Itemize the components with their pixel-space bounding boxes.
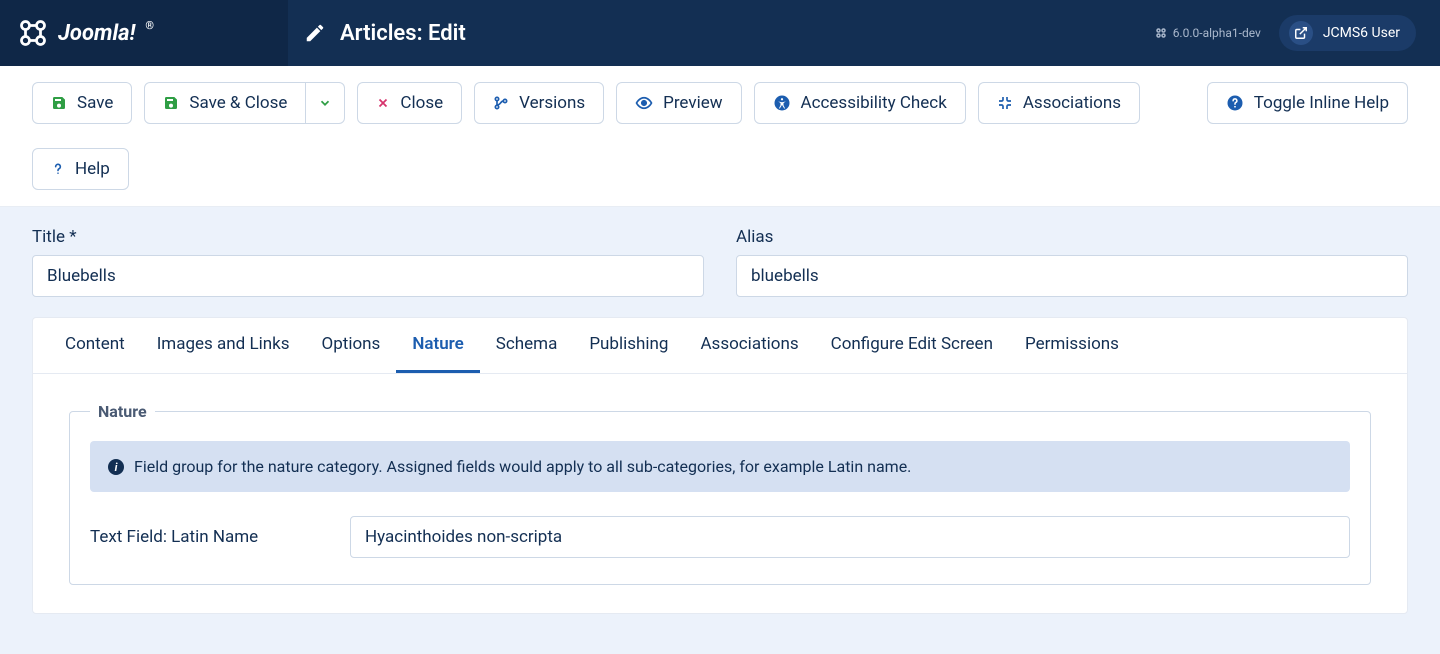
brand-registered: ® [145, 19, 154, 32]
header-right: 6.0.0-alpha1-dev JCMS6 User [1155, 15, 1440, 51]
alias-field: Alias [736, 227, 1408, 297]
tab-publishing[interactable]: Publishing [573, 318, 684, 373]
user-name: JCMS6 User [1323, 25, 1400, 41]
info-icon: i [108, 459, 124, 475]
joomla-logo-icon [18, 18, 48, 48]
latin-name-input[interactable] [350, 516, 1350, 558]
question-icon [51, 160, 65, 178]
eye-icon [635, 94, 653, 112]
tab-content[interactable]: Content [49, 318, 141, 373]
toggle-inline-help-button[interactable]: Toggle Inline Help [1207, 82, 1408, 124]
external-link-icon [1289, 21, 1313, 45]
save-icon [51, 95, 67, 111]
help-button[interactable]: Help [32, 148, 129, 190]
tab-nature[interactable]: Nature [396, 318, 479, 373]
tabs-panel: ContentImages and LinksOptionsNatureSche… [32, 317, 1408, 614]
save-close-dropdown[interactable] [306, 82, 345, 124]
close-icon [376, 96, 390, 110]
title-label: Title * [32, 227, 704, 247]
tab-schema[interactable]: Schema [480, 318, 574, 373]
close-button[interactable]: Close [357, 82, 462, 124]
version-indicator[interactable]: 6.0.0-alpha1-dev [1155, 26, 1261, 40]
tab-permissions[interactable]: Permissions [1009, 318, 1135, 373]
alias-label: Alias [736, 227, 1408, 247]
versions-button[interactable]: Versions [474, 82, 604, 124]
tab-pane-nature: Nature i Field group for the nature cate… [33, 374, 1407, 613]
accessibility-button[interactable]: Accessibility Check [754, 82, 966, 124]
nature-info-box: i Field group for the nature category. A… [90, 441, 1350, 492]
tab-associations[interactable]: Associations [684, 318, 814, 373]
brand-name: Joomla! [58, 21, 135, 46]
latin-name-row: Text Field: Latin Name [90, 516, 1350, 558]
nature-info-text: Field group for the nature category. Ass… [134, 457, 911, 476]
question-circle-icon [1226, 94, 1244, 112]
page-title: Articles: Edit [340, 21, 466, 46]
alias-input[interactable] [736, 255, 1408, 297]
user-menu[interactable]: JCMS6 User [1279, 15, 1416, 51]
tabs-bar: ContentImages and LinksOptionsNatureSche… [33, 318, 1407, 374]
associations-button[interactable]: Associations [978, 82, 1140, 124]
title-alias-row: Title * Alias [32, 227, 1408, 297]
tab-options[interactable]: Options [306, 318, 397, 373]
accessibility-icon [773, 94, 791, 112]
joomla-mini-icon [1155, 27, 1167, 39]
top-header: Joomla! ® Articles: Edit 6.0.0-alpha1-de… [0, 0, 1440, 66]
tab-configure-edit[interactable]: Configure Edit Screen [815, 318, 1009, 373]
save-close-group: Save & Close [144, 82, 345, 124]
toolbar: Save Save & Close Close Versions Prev [0, 66, 1440, 207]
latin-name-label: Text Field: Latin Name [90, 527, 330, 547]
save-close-button[interactable]: Save & Close [144, 82, 306, 124]
title-field: Title * [32, 227, 704, 297]
nature-fieldset: Nature i Field group for the nature cate… [69, 402, 1371, 585]
brand[interactable]: Joomla! ® [0, 0, 288, 66]
tab-images-links[interactable]: Images and Links [141, 318, 306, 373]
content-area: Title * Alias ContentImages and LinksOpt… [0, 207, 1440, 654]
branch-icon [493, 95, 509, 111]
save-icon [163, 95, 179, 111]
chevron-down-icon [318, 96, 332, 110]
version-text: 6.0.0-alpha1-dev [1173, 26, 1261, 40]
preview-button[interactable]: Preview [616, 82, 741, 124]
save-button[interactable]: Save [32, 82, 132, 124]
contract-icon [997, 95, 1013, 111]
pencil-icon [304, 22, 326, 44]
page-title-bar: Articles: Edit [288, 21, 1155, 46]
title-input[interactable] [32, 255, 704, 297]
nature-legend: Nature [90, 402, 155, 421]
